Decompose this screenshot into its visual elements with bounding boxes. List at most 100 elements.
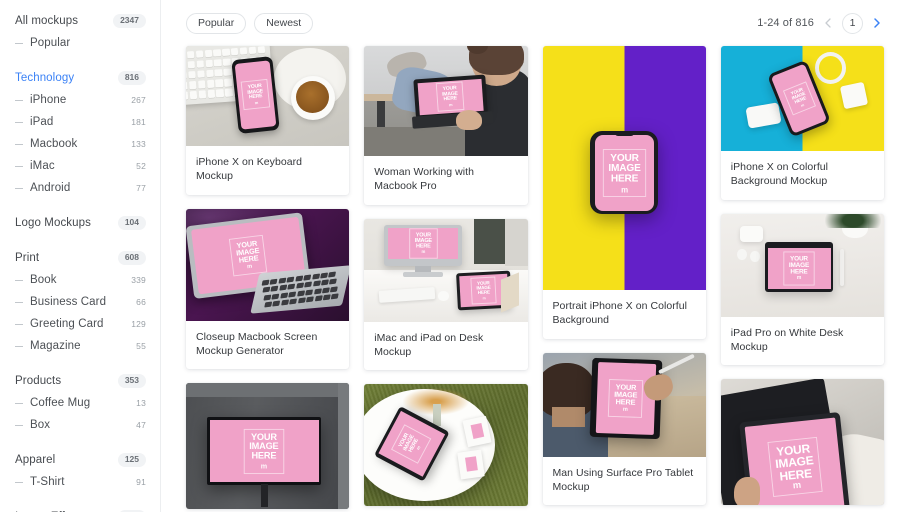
sidebar-item-ipad[interactable]: iPad 181	[0, 111, 160, 133]
mockup-card-title: iPad Pro on White Desk Mockup	[730, 326, 844, 353]
man-neck	[552, 406, 585, 428]
bullet-dash-icon	[15, 301, 23, 303]
keyboard-key	[197, 70, 205, 79]
sidebar-group-spacer	[0, 199, 160, 212]
sidebar-item-count: 816	[117, 71, 146, 85]
vase	[432, 403, 441, 426]
placeholder-lines: YOUR IMAGE HERE	[614, 382, 639, 407]
bullet-dash-icon	[15, 481, 23, 483]
sidebar-item-box[interactable]: Box 47	[0, 414, 160, 436]
image-placeholder: YOUR IMAGE HEREm	[464, 456, 478, 472]
sidebar-item-print[interactable]: Print 608	[0, 247, 160, 269]
page-number-1[interactable]: 1	[842, 12, 863, 34]
mockup-thumbnail[interactable]: YOUR IMAGE HERE m YOUR IMAGE HERE m	[364, 218, 528, 322]
keyboard-key	[198, 90, 207, 99]
image-placeholder: YOUR IMAGE HEREm	[596, 361, 657, 435]
sidebar-item-business-card[interactable]: Business Card 66	[0, 291, 160, 313]
keyboard-key	[215, 79, 224, 88]
mockup-thumbnail[interactable]: YOUR IMAGE HERE m	[364, 46, 528, 156]
sidebar-item-greeting-card[interactable]: Greeting Card 129	[0, 313, 160, 335]
sidebar-item-android[interactable]: Android 77	[0, 177, 160, 199]
chevron-right-icon[interactable]	[870, 16, 884, 30]
mockup-thumbnail[interactable]: YOUR IMAGE HERE m	[186, 208, 350, 321]
mockup-card-title: iPhone X on Keyboard Mockup	[196, 156, 303, 183]
sidebar-item-book[interactable]: Book 339	[0, 269, 160, 291]
sidebar-item-macbook[interactable]: Macbook 133	[0, 133, 160, 155]
thumb-scene: YOUR IMAGE HERE m	[186, 208, 350, 321]
sidebar-item-magazine[interactable]: Magazine 55	[0, 335, 160, 357]
coffee-liquid	[296, 81, 329, 113]
mockup-card[interactable]: YOUR IMAGE HERE m	[720, 379, 884, 506]
sidebar-item-imac[interactable]: iMac 52	[0, 155, 160, 177]
sidebar-item-coffee-mug[interactable]: Coffee Mug 13	[0, 392, 160, 414]
mockup-thumbnail[interactable]: YOUR IMAGE HERE m	[542, 352, 706, 457]
sidebar-item-label: Greeting Card	[30, 318, 104, 330]
thumb-scene: YOUR IMAGE HERE m	[364, 46, 528, 156]
mockup-thumbnail[interactable]: YOUR IMAGE HERE m	[720, 46, 884, 151]
mockup-card-title: iMac and iPad on Desk Mockup	[374, 331, 484, 358]
earbud	[737, 248, 747, 260]
back-wall-right	[504, 218, 528, 266]
sidebar-item-t-shirt[interactable]: T-Shirt 91	[0, 471, 160, 493]
sidebar-item-popular[interactable]: Popular	[0, 32, 160, 54]
image-placeholder: YOUR IMAGE HEREm	[234, 60, 276, 130]
keyboard-key	[188, 70, 196, 79]
plant-leaves	[825, 213, 881, 228]
apple-pencil	[839, 248, 845, 286]
wall-right-panel	[337, 383, 350, 510]
imac-device: YOUR IMAGE HERE m	[383, 224, 463, 279]
sidebar-item-label: Magazine	[30, 340, 81, 352]
mockup-thumbnail[interactable]: YOUR IMAGE HERE m	[186, 46, 350, 146]
chevron-left-icon[interactable]	[821, 16, 835, 30]
sidebar-item-label: iPhone	[30, 94, 67, 106]
sidebar-item-count: 77	[136, 183, 146, 193]
mockup-card[interactable]: YOUR IMAGE HERE m Closeup Macbook Screen M…	[186, 208, 350, 370]
mockup-card[interactable]: YOUR IMAGE HERE m iPad Pro on White Desk M…	[720, 213, 884, 366]
bullet-dash-icon	[15, 143, 23, 145]
sort-newest-chip[interactable]: Newest	[254, 12, 314, 34]
mockup-card[interactable]: YOUR IMAGE HEREm YOUR IMAGE HEREm YOUR IMA…	[364, 384, 528, 507]
sidebar-item-technology[interactable]: Technology 816	[0, 67, 160, 89]
mockup-thumbnail[interactable]: YOUR IMAGE HERE m	[186, 383, 350, 510]
placeholder-watermark: m	[449, 102, 453, 107]
mockup-card[interactable]: YOUR IMAGE HERE m Portrait iPhone X on Col…	[542, 46, 706, 339]
grid-column: YOUR IMAGE HERE m Portrait iPhone X on Col…	[542, 46, 706, 506]
mockup-gallery-app: All mockups 2347 Popular Technology 816 iPhon…	[0, 0, 900, 512]
thumb-scene: YOUR IMAGE HERE m YOUR IMAGE HERE m	[364, 218, 528, 322]
charger-brick	[839, 81, 869, 110]
mockup-card[interactable]: YOUR IMAGE HERE m YOUR IMAGE HERE m iMac and…	[364, 218, 528, 371]
mockup-thumbnail[interactable]: YOUR IMAGE HERE m	[542, 46, 706, 290]
sidebar-item-count: 13	[136, 398, 146, 408]
sidebar-item-all-mockups[interactable]: All mockups 2347	[0, 10, 160, 32]
thumb-scene: YOUR IMAGE HERE m	[186, 383, 350, 510]
keyboard-key	[231, 47, 239, 56]
sidebar-item-image-effects[interactable]: Image Effects273	[0, 506, 160, 512]
sidebar-item-products[interactable]: Products 353	[0, 370, 160, 392]
mockup-thumbnail[interactable]: YOUR IMAGE HEREm YOUR IMAGE HEREm YOUR IMA…	[364, 384, 528, 507]
sidebar-group-spacer	[0, 436, 160, 449]
mockup-card[interactable]: YOUR IMAGE HERE m Woman Working with Macbo…	[364, 46, 528, 205]
image-placeholder: YOUR IMAGE HEREm	[416, 78, 484, 115]
thumb-scene: YOUR IMAGE HEREm YOUR IMAGE HEREm YOUR IMA…	[364, 384, 528, 507]
gallery-toolbar: Popular Newest 1-24 of 816 1	[161, 0, 900, 46]
sort-popular-chip[interactable]: Popular	[186, 12, 247, 34]
mockup-card[interactable]: YOUR IMAGE HERE m iPhone X on Keyboard Moc…	[186, 46, 350, 195]
mockup-thumbnail[interactable]: YOUR IMAGE HERE m	[720, 379, 884, 506]
sidebar-item-label: Business Card	[30, 296, 107, 308]
mockup-thumbnail[interactable]: YOUR IMAGE HERE m	[720, 213, 884, 317]
bullet-dash-icon	[15, 99, 23, 101]
sidebar-item-iphone[interactable]: iPhone 267	[0, 89, 160, 111]
keyboard-key	[214, 68, 223, 78]
sidebar-item-apparel[interactable]: Apparel 125	[0, 449, 160, 471]
tv-stand	[261, 483, 268, 507]
sidebar-item-label: Popular	[30, 37, 71, 49]
mockup-card[interactable]: YOUR IMAGE HERE m Man Using Surface Pro Ta…	[542, 352, 706, 506]
bullet-dash-icon	[15, 323, 23, 325]
sidebar-item-logo-mockups[interactable]: Logo Mockups 104	[0, 212, 160, 234]
wall-top-band	[186, 383, 350, 397]
hand	[455, 109, 482, 130]
desk-mouse	[437, 290, 450, 301]
mockup-card[interactable]: YOUR IMAGE HERE m iPhone X on Colorful Bac…	[720, 46, 884, 200]
placeholder-text: YOUR IMAGE HERE m	[470, 276, 498, 305]
mockup-card[interactable]: YOUR IMAGE HERE m	[186, 383, 350, 510]
